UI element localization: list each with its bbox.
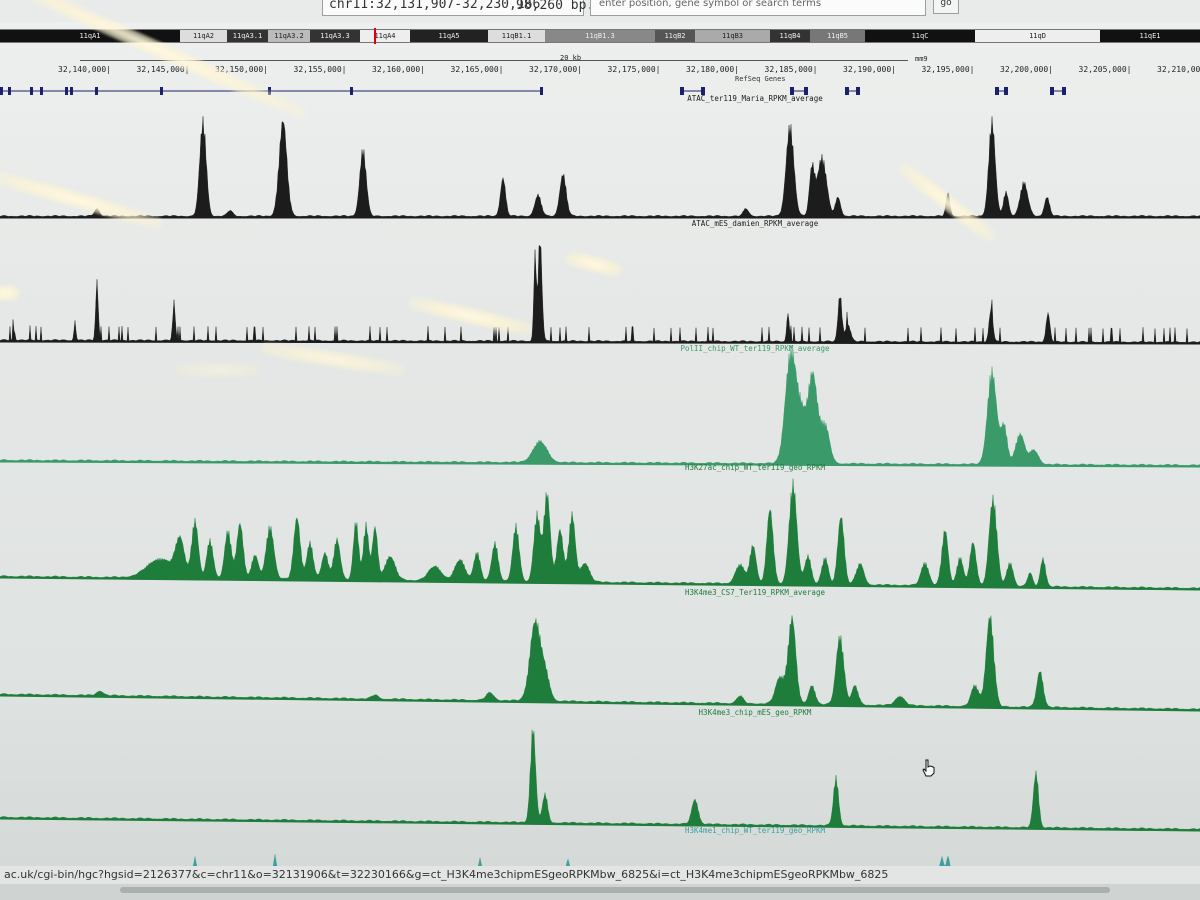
refseq-exon — [65, 87, 68, 95]
refseq-exon — [1050, 87, 1054, 95]
refseq-exon — [8, 87, 11, 95]
track-label: ATAC_mES_damien_RPKM_average — [692, 219, 819, 228]
refseq-exon — [160, 87, 163, 95]
signal-trace — [0, 729, 1200, 832]
hand-pointer-icon — [922, 759, 935, 777]
signal-trace — [0, 478, 1200, 591]
refseq-exon — [70, 87, 73, 95]
track-baseline — [0, 818, 1200, 832]
refseq-exon — [845, 87, 849, 95]
track-label: H3K27ac_chip_WT_ter119_geo_RPKM — [685, 463, 825, 472]
status-url: ac.uk/cgi-bin/hgc?hgsid=2126377&c=chr11&… — [4, 868, 889, 881]
browser-screen: chr11:32,131,907-32,230,166 98,260 bp. e… — [0, 0, 1200, 900]
refseq-exon — [995, 87, 999, 95]
track-label: PolII_chip_WT_ter119_RPKM_average — [680, 344, 829, 353]
signal-trace — [192, 854, 951, 866]
scrollbar-thumb[interactable] — [120, 887, 1110, 893]
track-label: H3K4me1_chip_WT_ter119_geo_RPKM — [685, 826, 825, 835]
refseq-exon — [40, 87, 43, 95]
track-label: H3K4me3_CS7_Ter119_RPKM_average — [685, 588, 825, 597]
refseq-exon — [1062, 87, 1066, 95]
refseq-exon — [268, 87, 271, 95]
track-baseline — [0, 577, 1200, 591]
signal-tracks[interactable]: ATAC_ter119_Maria_RPKM_average ATAC_mES_d… — [0, 0, 1200, 866]
track-baseline — [0, 695, 1200, 712]
track-label: H3K4me3_chip_mES_geo_RPKM — [699, 708, 812, 717]
refseq-exon — [680, 87, 684, 95]
refseq-exon — [856, 87, 860, 95]
horizontal-scrollbar[interactable] — [0, 884, 1200, 900]
signal-trace — [0, 116, 1200, 219]
status-bar: ac.uk/cgi-bin/hgc?hgsid=2126377&c=chr11&… — [0, 866, 1200, 884]
signal-trace — [0, 245, 1200, 345]
signal-trace — [0, 615, 1200, 712]
refseq-exon — [350, 87, 353, 95]
refseq-exon — [30, 87, 33, 95]
refseq-exon — [1004, 87, 1008, 95]
refseq-exon — [0, 87, 3, 95]
track-label: ATAC_ter119_Maria_RPKM_average — [687, 94, 823, 103]
refseq-exon — [540, 87, 543, 95]
signal-trace — [0, 345, 1200, 468]
refseq-exon — [95, 87, 98, 95]
